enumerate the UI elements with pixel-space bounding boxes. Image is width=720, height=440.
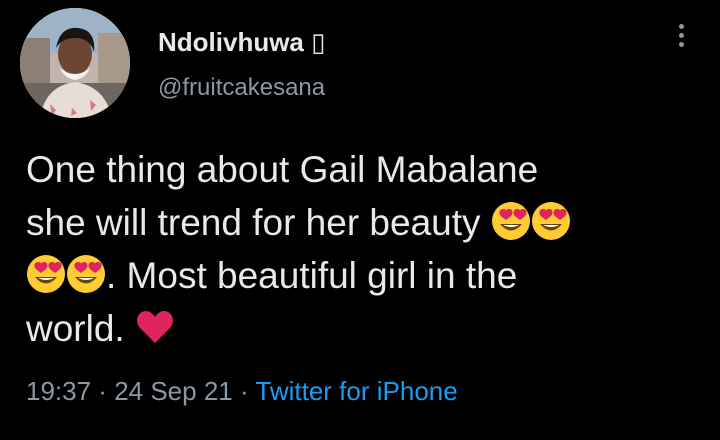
tweet-source-link[interactable]: Twitter for iPhone xyxy=(255,376,457,406)
heart-eyes-emoji xyxy=(66,254,106,294)
tweet-line-3: . Most beautiful girl in the xyxy=(106,255,518,296)
meta-separator: · xyxy=(232,376,256,406)
more-vertical-icon[interactable] xyxy=(672,24,690,54)
user-handle[interactable]: @fruitcakesana xyxy=(158,74,325,102)
meta-separator: · xyxy=(91,376,115,406)
tweet-line-1: One thing about Gail Mabalane xyxy=(26,149,539,190)
tweet-line-2: she will trend for her beauty xyxy=(26,202,491,243)
tweet-card[interactable]: Ndolivhuwa ▯ @fruitcakesana One thing ab… xyxy=(0,0,720,440)
tweet-time: 19:37 xyxy=(26,376,92,406)
display-name[interactable]: Ndolivhuwa ▯ xyxy=(158,27,325,58)
tweet-line-4: world. xyxy=(26,308,135,349)
heart-eyes-emoji xyxy=(531,201,571,241)
heart-eyes-emoji xyxy=(26,254,66,294)
tweet-meta: 19:37 · 24 Sep 21 · Twitter for iPhone xyxy=(26,376,458,407)
tweet-date: 24 Sep 21 xyxy=(114,376,233,406)
tweet-text: One thing about Gail Mabalane she will t… xyxy=(26,143,706,355)
heart-eyes-emoji xyxy=(491,201,531,241)
red-heart-emoji xyxy=(135,307,175,347)
avatar[interactable] xyxy=(20,8,130,118)
